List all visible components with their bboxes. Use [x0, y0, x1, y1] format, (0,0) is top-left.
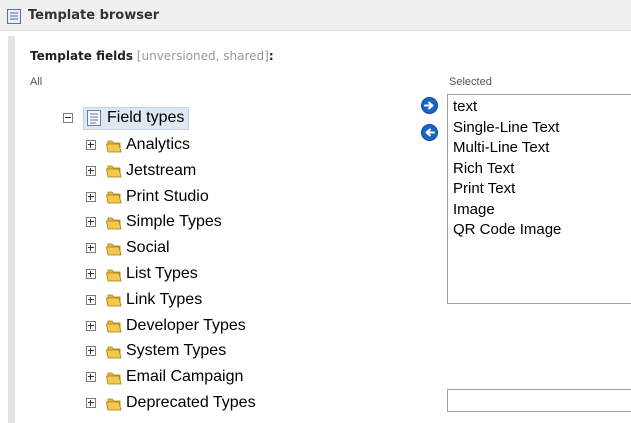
window-title: Template browser [28, 8, 160, 23]
expand-toggle-icon[interactable] [86, 398, 96, 408]
all-column-label: All [30, 76, 43, 88]
expand-toggle-icon[interactable] [86, 269, 96, 279]
expand-toggle-icon[interactable] [86, 165, 96, 176]
expand-toggle-icon[interactable] [86, 191, 96, 202]
section-heading: Template fields [unversioned, shared]: [30, 49, 274, 63]
folder-icon [106, 140, 122, 152]
collapse-toggle-icon[interactable] [63, 113, 73, 123]
tree-node[interactable]: Developer Types [86, 315, 246, 337]
selected-list-item[interactable]: Rich Text [453, 159, 631, 180]
tree-node[interactable]: Analytics [86, 134, 190, 156]
tree-root-selected[interactable]: Field types [83, 106, 190, 130]
section-name: Template fields [30, 49, 133, 63]
expand-toggle-icon[interactable] [86, 320, 96, 331]
selected-list-item[interactable]: Multi-Line Text [453, 138, 631, 159]
expand-toggle-icon[interactable] [86, 346, 96, 357]
tree-node-label: List Types [126, 265, 198, 282]
selected-list: text Single-Line Text Multi-Line Text Rich … [448, 95, 631, 241]
tree-node-label: Print Studio [126, 187, 209, 205]
folder-icon [106, 294, 122, 307]
tree-node[interactable]: Deprecated Types [86, 392, 256, 414]
folder-icon [106, 243, 122, 256]
tree-node-label: Deprecated Types [126, 394, 256, 411]
tree-node-label: Analytics [126, 136, 191, 153]
tree-node-label: Developer Types [126, 316, 246, 334]
document-icon [87, 110, 101, 126]
section-meta: [unversioned, shared] [136, 49, 269, 63]
remove-field-button[interactable] [421, 124, 438, 141]
folder-icon [106, 346, 122, 359]
field-name-input[interactable] [447, 389, 631, 412]
tree-node[interactable]: Jetstream [86, 160, 196, 182]
tree-node[interactable]: Email Campaign [86, 366, 243, 388]
selected-list-item[interactable]: Print Text [453, 179, 631, 200]
tree-node[interactable]: Simple Types [86, 211, 222, 233]
selected-fields-list[interactable]: text Single-Line Text Multi-Line Text Rich … [447, 94, 631, 304]
template-browser-window: Template browser Template fields [unvers… [0, 0, 631, 423]
document-icon [7, 9, 21, 24]
tree-node-label: Simple Types [126, 213, 222, 231]
tree-root-node[interactable]: Field types [63, 106, 190, 130]
folder-icon [106, 269, 122, 281]
tree-node[interactable]: System Types [86, 340, 226, 362]
left-rail [8, 36, 15, 423]
folder-icon [106, 191, 122, 204]
selected-list-item[interactable]: Image [453, 200, 631, 221]
tree-node-label: Link Types [126, 290, 203, 308]
tree-node[interactable]: Print Studio [86, 186, 209, 208]
tree-node-label: Jetstream [126, 161, 197, 179]
selected-list-item[interactable]: QR Code Image [453, 220, 631, 241]
add-field-button[interactable] [421, 97, 438, 114]
title-bar: Template browser [0, 0, 631, 31]
expand-toggle-icon[interactable] [86, 294, 96, 305]
tree-node-label: Email Campaign [126, 368, 244, 386]
folder-icon [106, 398, 122, 410]
tree-node-label: System Types [126, 342, 227, 360]
tree-node[interactable]: List Types [86, 263, 198, 285]
arrow-right-icon [424, 101, 434, 110]
folder-icon [106, 165, 122, 178]
selected-column-label: Selected [449, 76, 492, 88]
tree-node[interactable]: Link Types [86, 289, 202, 311]
folder-icon [106, 217, 122, 230]
selected-list-item[interactable]: text [453, 97, 631, 118]
selected-list-item[interactable]: Single-Line Text [453, 118, 631, 139]
arrow-left-icon [425, 128, 435, 137]
tree-node-label: Social [126, 239, 170, 257]
tree-root-label: Field types [107, 109, 185, 126]
folder-icon [106, 372, 122, 385]
folder-icon [106, 320, 122, 333]
expand-toggle-icon[interactable] [86, 217, 96, 228]
expand-toggle-icon[interactable] [86, 140, 96, 150]
tree-node[interactable]: Social [86, 237, 170, 259]
expand-toggle-icon[interactable] [86, 372, 96, 383]
section-colon: : [268, 49, 274, 63]
expand-toggle-icon[interactable] [86, 243, 96, 254]
